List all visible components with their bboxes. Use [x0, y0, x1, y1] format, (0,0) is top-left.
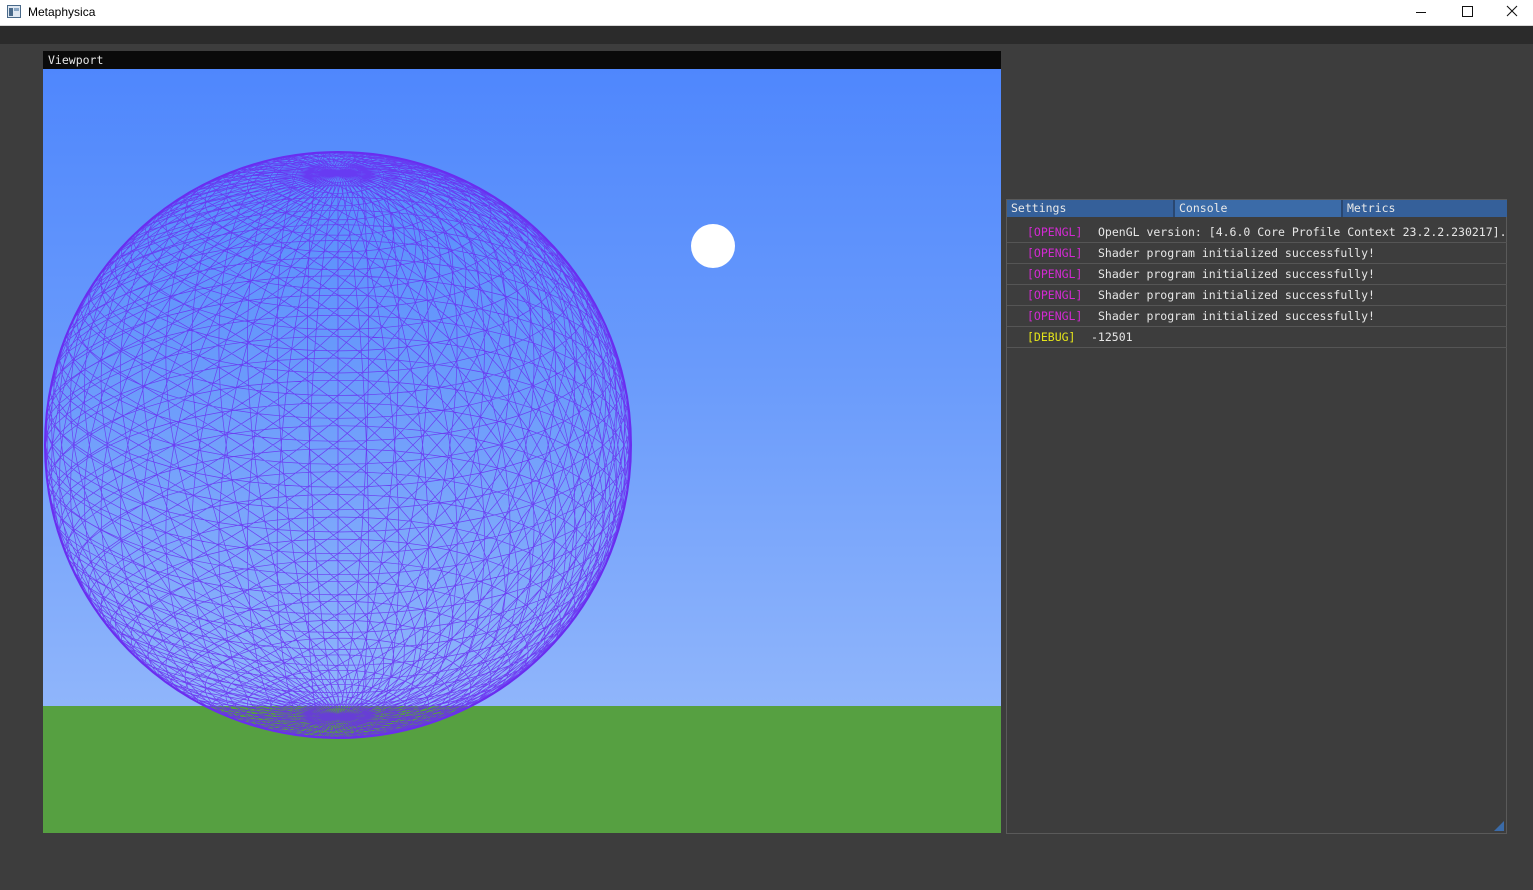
- console-log: [OPENGL] OpenGL version: [4.6.0 Core Pro…: [1007, 222, 1507, 348]
- maximize-icon: [1462, 6, 1473, 17]
- tab-metrics[interactable]: Metrics: [1343, 200, 1507, 217]
- log-message: Shader program initialized successfully!: [1098, 267, 1375, 281]
- viewport-window[interactable]: Viewport: [43, 51, 1001, 833]
- log-message: Shader program initialized successfully!: [1098, 246, 1375, 260]
- log-message: OpenGL version: [4.6.0 Core Profile Cont…: [1098, 225, 1507, 239]
- log-tag: [OPENGL]: [1027, 309, 1083, 323]
- close-icon: [1506, 5, 1518, 17]
- menu-bar: [0, 26, 1533, 44]
- console-row: [OPENGL] Shader program initialized succ…: [1007, 243, 1507, 264]
- minimize-button[interactable]: [1398, 0, 1444, 25]
- title-bar: Metaphysica: [0, 0, 1533, 26]
- light-source: [691, 224, 735, 268]
- resize-grip-icon[interactable]: [1494, 821, 1504, 831]
- console-row: [OPENGL] Shader program initialized succ…: [1007, 285, 1507, 306]
- console-row: [DEBUG] -12501: [1007, 327, 1507, 348]
- log-tag: [OPENGL]: [1027, 246, 1083, 260]
- app-window-icon: [7, 5, 21, 18]
- minimize-icon: [1416, 12, 1426, 13]
- log-tag: [OPENGL]: [1027, 225, 1083, 239]
- tab-settings[interactable]: Settings: [1007, 200, 1175, 217]
- side-panel: Settings Console Metrics [OPENGL] OpenGL…: [1006, 199, 1507, 834]
- viewport-title[interactable]: Viewport: [43, 51, 1001, 69]
- panel-tabs: Settings Console Metrics: [1007, 200, 1507, 217]
- log-tag: [OPENGL]: [1027, 288, 1083, 302]
- console-row: [OPENGL] Shader program initialized succ…: [1007, 264, 1507, 285]
- viewport-scene[interactable]: [43, 69, 1001, 833]
- log-tag: [DEBUG]: [1027, 330, 1076, 344]
- close-button[interactable]: [1487, 0, 1533, 25]
- window-title: Metaphysica: [28, 5, 96, 19]
- console-row: [OPENGL] OpenGL version: [4.6.0 Core Pro…: [1007, 222, 1507, 243]
- maximize-button[interactable]: [1444, 0, 1490, 25]
- log-message: Shader program initialized successfully!: [1098, 309, 1375, 323]
- wireframe-sphere: [44, 151, 632, 739]
- console-row: [OPENGL] Shader program initialized succ…: [1007, 306, 1507, 327]
- sphere-mesh: [44, 151, 632, 739]
- log-tag: [OPENGL]: [1027, 267, 1083, 281]
- log-message: Shader program initialized successfully!: [1098, 288, 1375, 302]
- tab-console[interactable]: Console: [1175, 200, 1343, 217]
- log-message: -12501: [1091, 330, 1133, 344]
